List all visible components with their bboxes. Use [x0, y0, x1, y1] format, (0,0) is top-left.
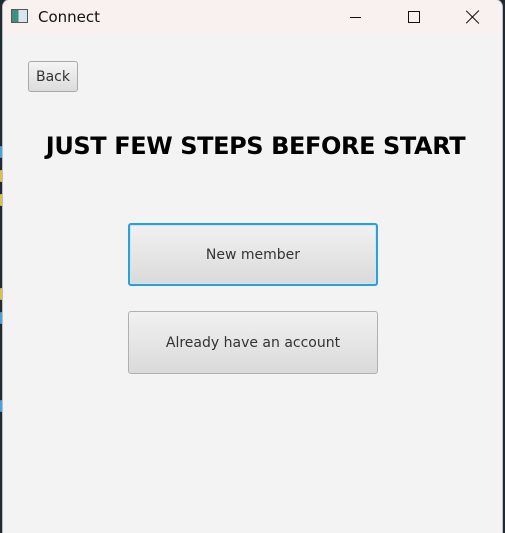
title-bar[interactable]: Connect	[3, 0, 502, 34]
maximize-icon	[408, 11, 420, 23]
back-button[interactable]: Back	[28, 61, 78, 92]
app-window: Connect Back JUST FEW STEPS BEFORE START…	[3, 0, 502, 533]
page-heading: JUST FEW STEPS BEFORE START	[45, 132, 466, 160]
close-button[interactable]	[444, 0, 502, 34]
window-title: Connect	[38, 8, 101, 26]
maximize-button[interactable]	[385, 0, 443, 34]
minimize-button[interactable]	[326, 0, 384, 34]
close-icon	[466, 10, 480, 24]
existing-account-button[interactable]: Already have an account	[128, 311, 378, 374]
new-member-button[interactable]: New member	[128, 223, 378, 286]
app-window-icon	[11, 9, 28, 23]
minimize-icon	[349, 16, 361, 18]
